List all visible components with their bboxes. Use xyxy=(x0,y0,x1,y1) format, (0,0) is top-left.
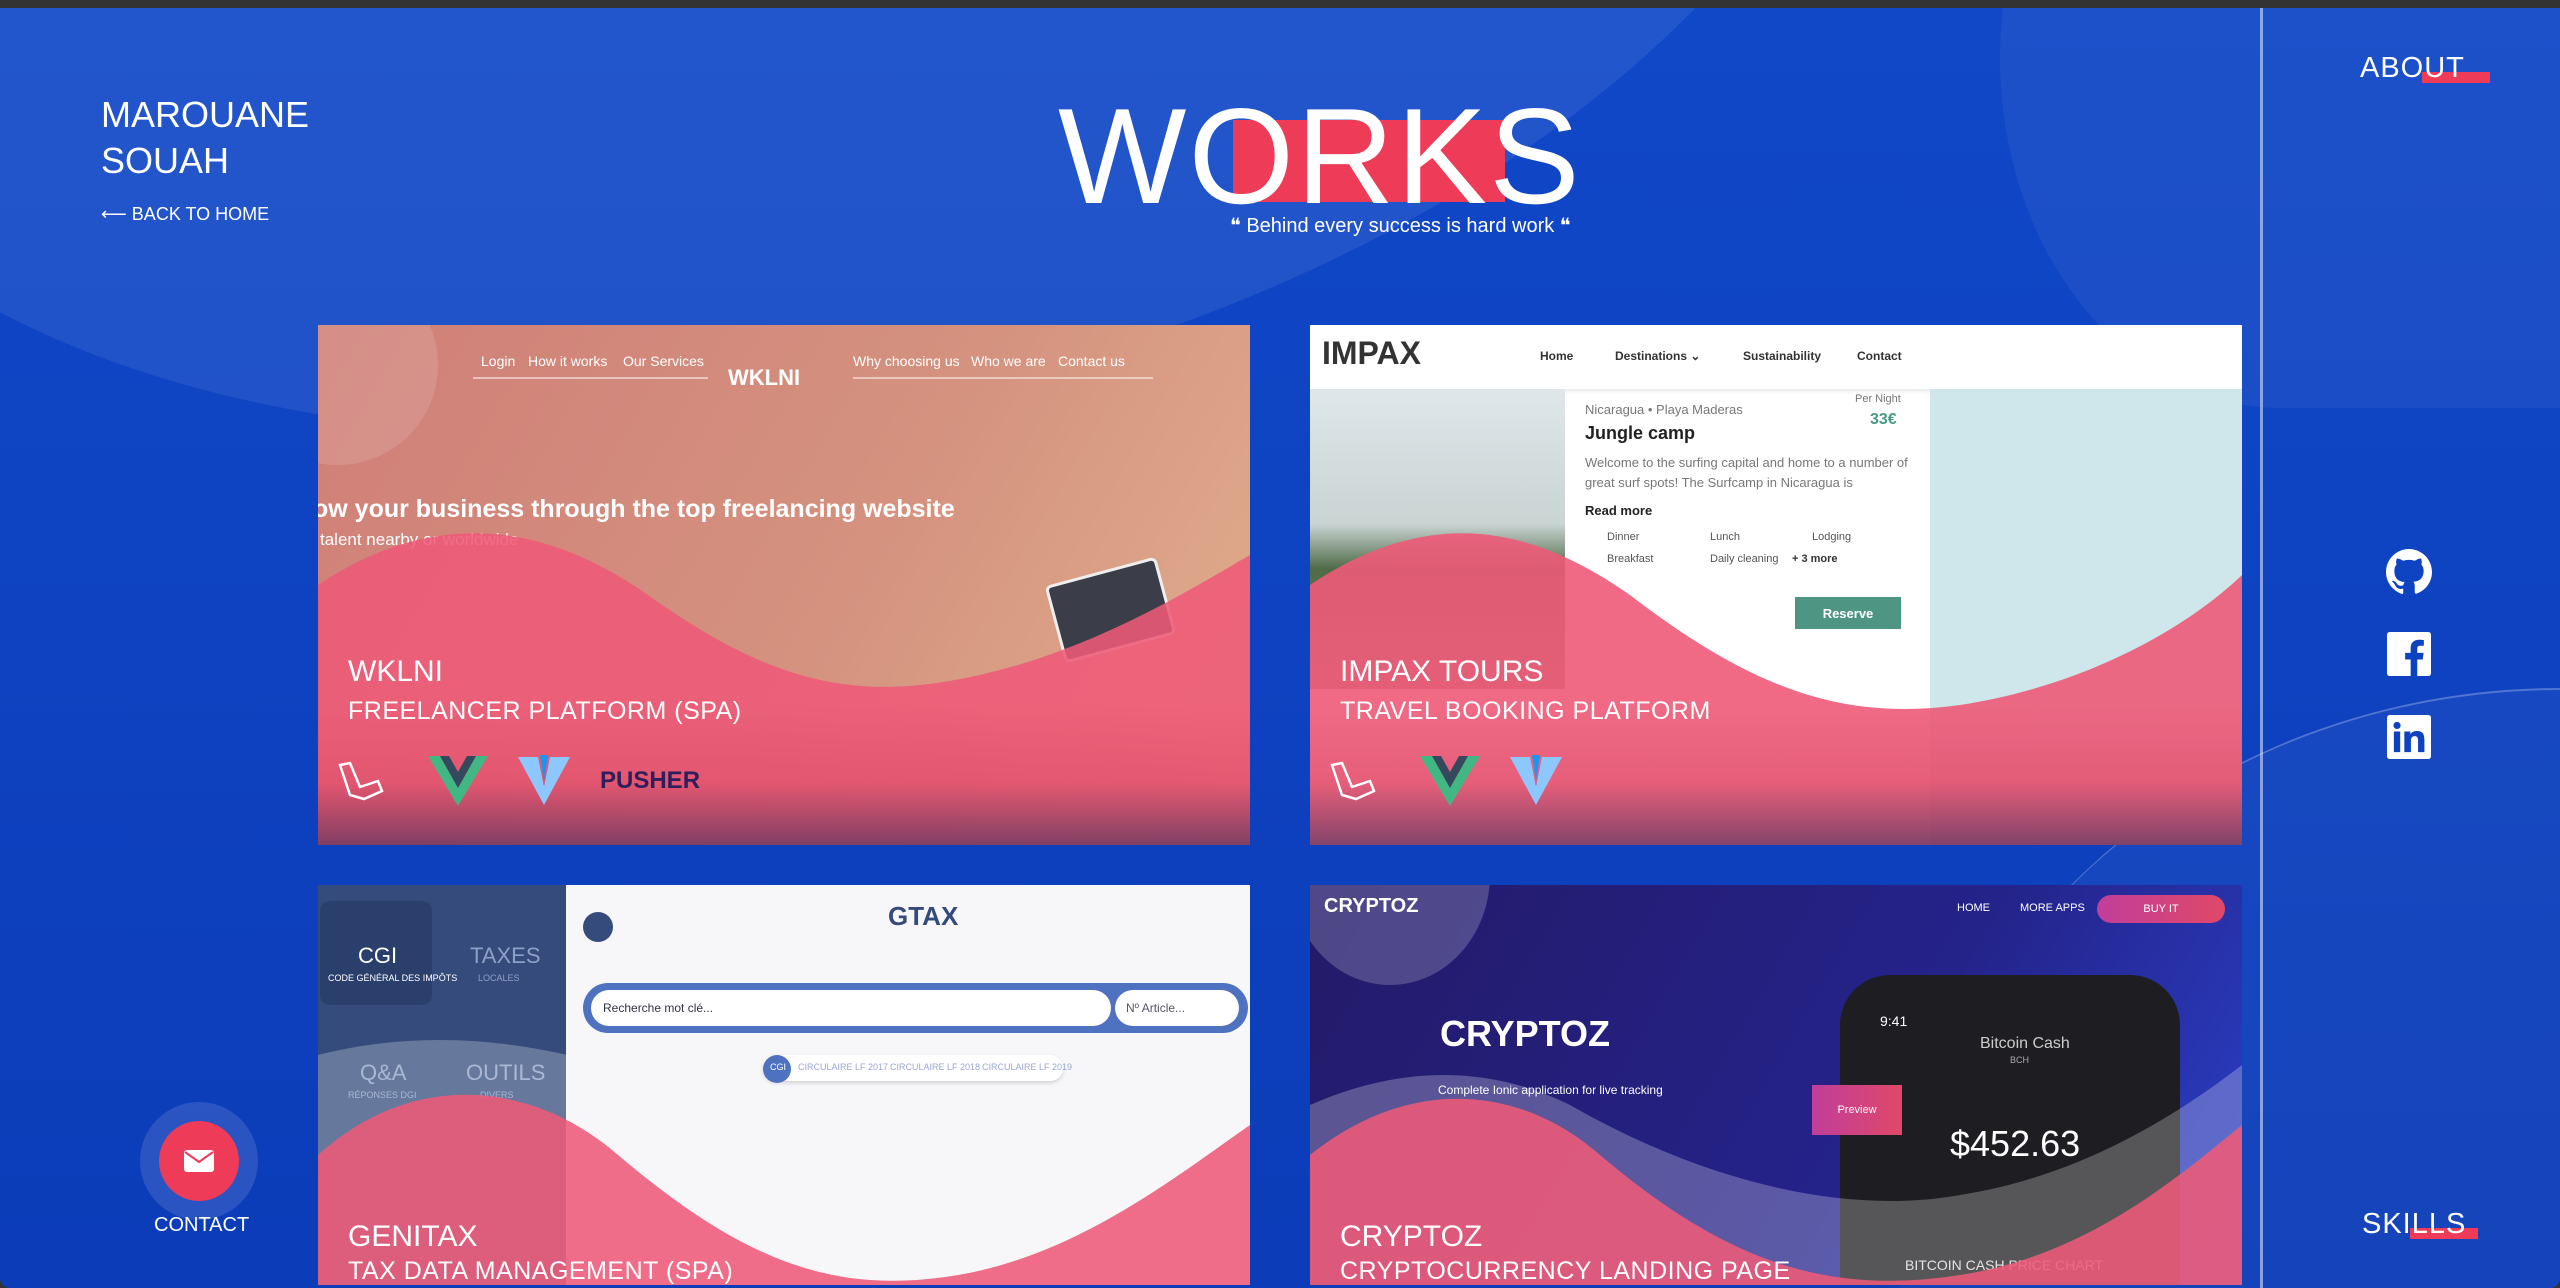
works-page: MAROUANE SOUAH ⟵ BACK TO HOME WORKS ❝ Be… xyxy=(0,8,2560,1288)
laravel-icon xyxy=(1330,761,1376,801)
project-subtitle: TRAVEL BOOKING PLATFORM xyxy=(1340,697,1711,725)
tech-stack xyxy=(1328,755,1562,807)
project-card-genitax[interactable]: CGI CODE GÉNÉRAL DES IMPÔTS TAXES LOCALE… xyxy=(318,885,1250,1285)
vue-icon xyxy=(1420,756,1480,806)
laravel-icon xyxy=(338,761,384,801)
sidebar-divider xyxy=(2260,8,2263,1288)
linkedin-icon[interactable] xyxy=(2385,713,2433,761)
vuetify-icon xyxy=(518,755,570,805)
site-owner-name: MAROUANE SOUAH xyxy=(101,92,309,184)
project-subtitle: FREELANCER PLATFORM (SPA) xyxy=(348,697,742,725)
skills-label: SKILLS xyxy=(2362,1208,2467,1240)
project-card-wklni[interactable]: Login How it works Our Services WKLNI Wh… xyxy=(318,325,1250,845)
pusher-logo: PUSHER xyxy=(600,767,701,794)
github-icon[interactable] xyxy=(2385,548,2433,596)
project-card-cryptoz[interactable]: CRYPTOZ HOME MORE APPS BUY IT CRYPTOZ Co… xyxy=(1310,885,2242,1285)
name-last: SOUAH xyxy=(101,140,230,181)
contact-label[interactable]: CONTACT xyxy=(154,1214,249,1237)
project-card-impax-tours[interactable]: IMPAX Home Destinations ⌄ Sustainability… xyxy=(1310,325,2242,845)
contact-button-inner[interactable] xyxy=(159,1121,239,1201)
project-title: IMPAX TOURS xyxy=(1340,655,1544,688)
vue-icon xyxy=(428,756,488,806)
back-to-home-link[interactable]: ⟵ BACK TO HOME xyxy=(101,204,269,225)
vuetify-icon xyxy=(1510,755,1562,805)
about-label: ABOUT xyxy=(2360,52,2465,84)
page-title: WORKS xyxy=(1058,80,1582,232)
project-subtitle: TAX DATA MANAGEMENT (SPA) xyxy=(348,1257,734,1285)
name-first: MAROUANE xyxy=(101,94,310,135)
tech-stack: PUSHER xyxy=(336,755,700,807)
project-title: WKLNI xyxy=(348,655,444,688)
contact-button[interactable] xyxy=(140,1102,258,1220)
about-link[interactable]: ABOUT xyxy=(2360,52,2490,85)
project-subtitle: CRYPTOCURRENCY LANDING PAGE xyxy=(1340,1257,1791,1285)
project-title: GENITAX xyxy=(348,1220,478,1253)
facebook-icon[interactable] xyxy=(2385,630,2433,678)
skills-link[interactable]: SKILLS xyxy=(2362,1208,2478,1241)
project-title: CRYPTOZ xyxy=(1340,1220,1483,1253)
envelope-icon xyxy=(184,1150,214,1172)
